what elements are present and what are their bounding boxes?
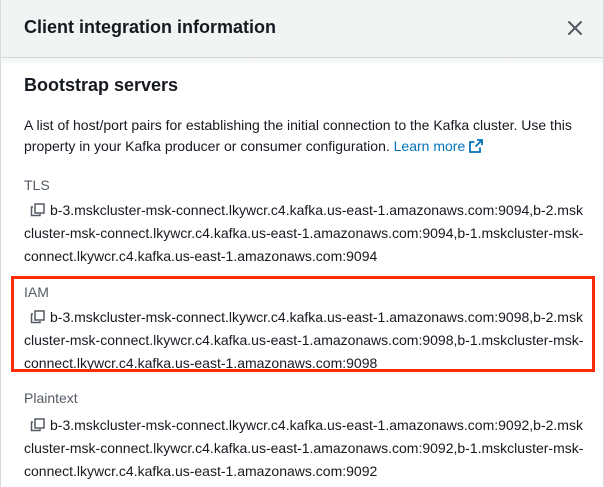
client-integration-modal: Client integration information Bootstrap… xyxy=(0,0,604,487)
header-shadow xyxy=(1,58,603,66)
learn-more-link[interactable]: Learn more xyxy=(394,138,484,154)
iam-value: b-3.mskcluster-msk-connect.lkywcr.c4.kaf… xyxy=(24,306,584,375)
plaintext-servers-text: b-3.mskcluster-msk-connect.lkywcr.c4.kaf… xyxy=(24,417,584,479)
tls-servers-text: b-3.mskcluster-msk-connect.lkywcr.c4.kaf… xyxy=(24,202,584,264)
external-link-icon xyxy=(469,139,484,153)
plaintext-value: b-3.mskcluster-msk-connect.lkywcr.c4.kaf… xyxy=(24,414,584,483)
copy-icon[interactable] xyxy=(30,308,46,324)
close-icon xyxy=(568,21,582,35)
description-text: A list of host/port pairs for establishi… xyxy=(24,117,572,154)
modal-title: Client integration information xyxy=(24,17,276,37)
iam-label: IAM xyxy=(24,284,49,300)
plaintext-label: Plaintext xyxy=(24,390,78,406)
close-button[interactable] xyxy=(565,18,585,38)
tls-value: b-3.mskcluster-msk-connect.lkywcr.c4.kaf… xyxy=(24,199,584,268)
iam-servers-text: b-3.mskcluster-msk-connect.lkywcr.c4.kaf… xyxy=(24,309,584,371)
tls-label: TLS xyxy=(24,177,50,193)
section-title: Bootstrap servers xyxy=(24,75,179,95)
learn-more-label: Learn more xyxy=(393,138,466,154)
modal-header: Client integration information xyxy=(1,0,603,58)
section-description: A list of host/port pairs for establishi… xyxy=(24,115,584,157)
copy-icon[interactable] xyxy=(30,416,46,432)
copy-icon[interactable] xyxy=(30,201,46,217)
